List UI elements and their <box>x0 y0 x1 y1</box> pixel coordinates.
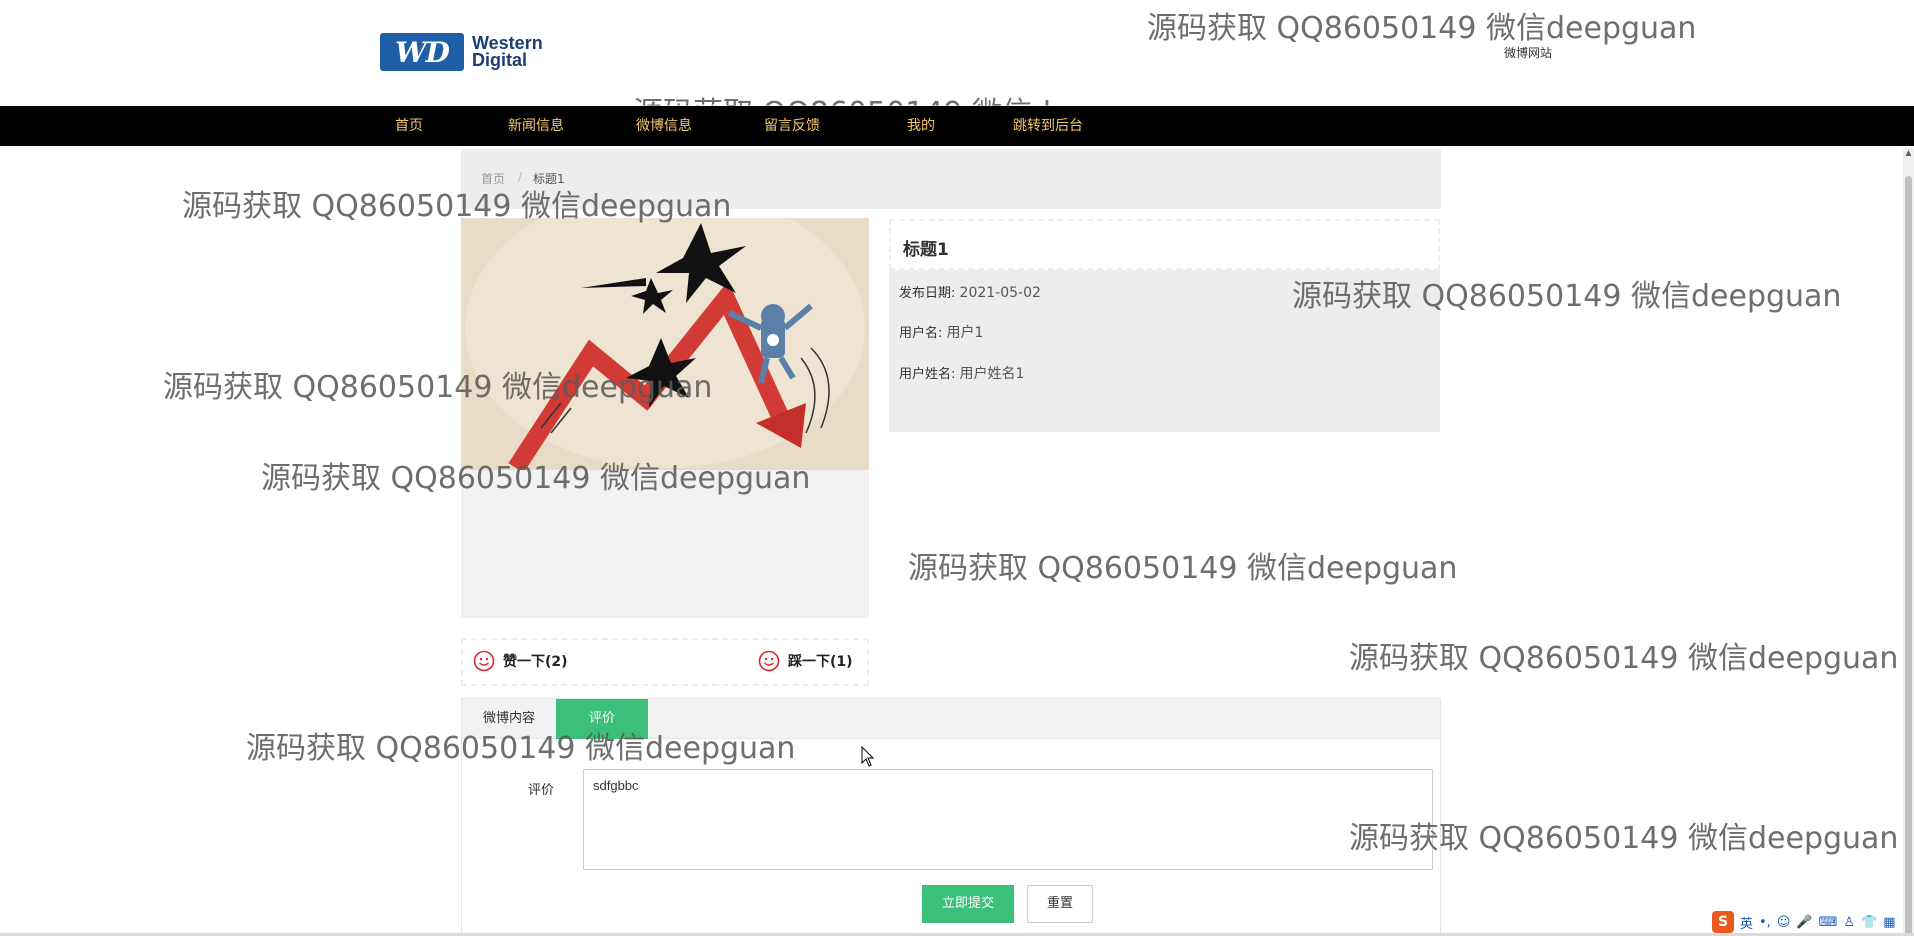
nav-item-weibo[interactable]: 微博信息 <box>636 106 692 146</box>
scroll-up-arrow-icon[interactable]: ▲ <box>1904 148 1913 160</box>
breadcrumb-home[interactable]: 首页 <box>481 170 505 187</box>
vote-box: 赞一下(2) 踩一下(1) <box>461 638 869 686</box>
comment-label: 评价 <box>528 783 555 798</box>
punctuation-icon[interactable]: •, <box>1759 915 1771 930</box>
publish-date-value: 2021-05-02 <box>959 285 1041 301</box>
emoji-icon[interactable]: ☺ <box>1777 915 1791 930</box>
watermark: 源码获取 QQ86050149 微信deepguan <box>1147 11 1697 46</box>
keyboard-icon[interactable]: ⌨ <box>1819 915 1838 930</box>
grid-icon[interactable]: ▦ <box>1883 915 1895 930</box>
nav-item-feedback[interactable]: 留言反馈 <box>764 106 820 146</box>
dislike-button[interactable]: 踩一下(1) <box>758 650 853 672</box>
realname-value: 用户姓名1 <box>959 366 1025 382</box>
mouse-cursor-icon <box>861 746 875 767</box>
username-label: 用户名: <box>899 326 943 341</box>
post-info-panel: 发布日期: 2021-05-02 用户名: 用户1 用户姓名: 用户姓名1 <box>889 270 1440 432</box>
logo-text: Western Digital <box>472 34 543 70</box>
realname-label: 用户姓名: <box>899 367 956 382</box>
skin-icon[interactable]: 👕 <box>1861 915 1877 930</box>
post-title: 标题1 <box>903 240 949 260</box>
tabs-box: 微博内容 评价 评价 立即提交 重置 <box>461 698 1441 936</box>
watermark: 源码获取 QQ86050149 微信deepguan <box>908 551 1458 586</box>
weibo-image-panel <box>461 218 869 618</box>
like-button[interactable]: 赞一下(2) <box>473 650 568 672</box>
like-label: 赞一下(2) <box>503 654 568 670</box>
nav-item-mine[interactable]: 我的 <box>907 106 935 146</box>
sogou-icon[interactable]: S <box>1712 911 1734 933</box>
ime-toolbar[interactable]: S 英 •, ☺ 🎤 ⌨ ♙ 👕 ▦ <box>1712 908 1914 936</box>
submit-button[interactable]: 立即提交 <box>922 885 1014 923</box>
username-value: 用户1 <box>946 325 984 341</box>
weibo-image <box>461 218 869 470</box>
tab-comment[interactable]: 评价 <box>556 699 648 739</box>
smile-icon <box>473 650 495 672</box>
brand-logo[interactable]: WD Western Digital <box>380 32 570 72</box>
mic-icon[interactable]: 🎤 <box>1796 915 1812 930</box>
logo-line-2: Digital <box>472 50 528 70</box>
main-nav: 首页 新闻信息 微博信息 留言反馈 我的 跳转到后台 <box>0 106 1914 146</box>
page-scrollbar[interactable]: ▲ <box>1903 148 1914 936</box>
breadcrumb-current: 标题1 <box>533 172 565 186</box>
breadcrumb: 首页 / 标题1 <box>461 149 1441 209</box>
site-link[interactable]: 微博网站 <box>1504 44 1552 61</box>
scroll-thumb[interactable] <box>1905 176 1912 936</box>
breadcrumb-separator: / <box>518 170 523 184</box>
tab-bar: 微博内容 评价 <box>462 699 1440 739</box>
nav-item-admin[interactable]: 跳转到后台 <box>1013 106 1083 146</box>
dislike-label: 踩一下(1) <box>788 654 853 670</box>
page-root: WD Western Digital 微博网站 首页 新闻信息 微博信息 留言反… <box>0 0 1914 936</box>
realname-row: 用户姓名: 用户姓名1 <box>899 363 1024 383</box>
logo-mark: WD <box>380 33 464 71</box>
username-row: 用户名: 用户1 <box>899 322 983 342</box>
tab-weibo-content[interactable]: 微博内容 <box>462 699 556 739</box>
nav-item-news[interactable]: 新闻信息 <box>508 106 564 146</box>
publish-date-label: 发布日期: <box>899 286 956 301</box>
comment-textarea[interactable] <box>583 769 1433 870</box>
nav-item-home[interactable]: 首页 <box>395 106 423 146</box>
watermark: 源码获取 QQ86050149 微信deepguan <box>1349 641 1899 676</box>
user-icon[interactable]: ♙ <box>1843 915 1855 930</box>
post-title-box: 标题1 <box>889 219 1440 270</box>
smile-icon <box>758 650 780 672</box>
publish-date-row: 发布日期: 2021-05-02 <box>899 282 1041 301</box>
ime-lang[interactable]: 英 <box>1740 913 1753 932</box>
reset-button[interactable]: 重置 <box>1027 885 1093 923</box>
